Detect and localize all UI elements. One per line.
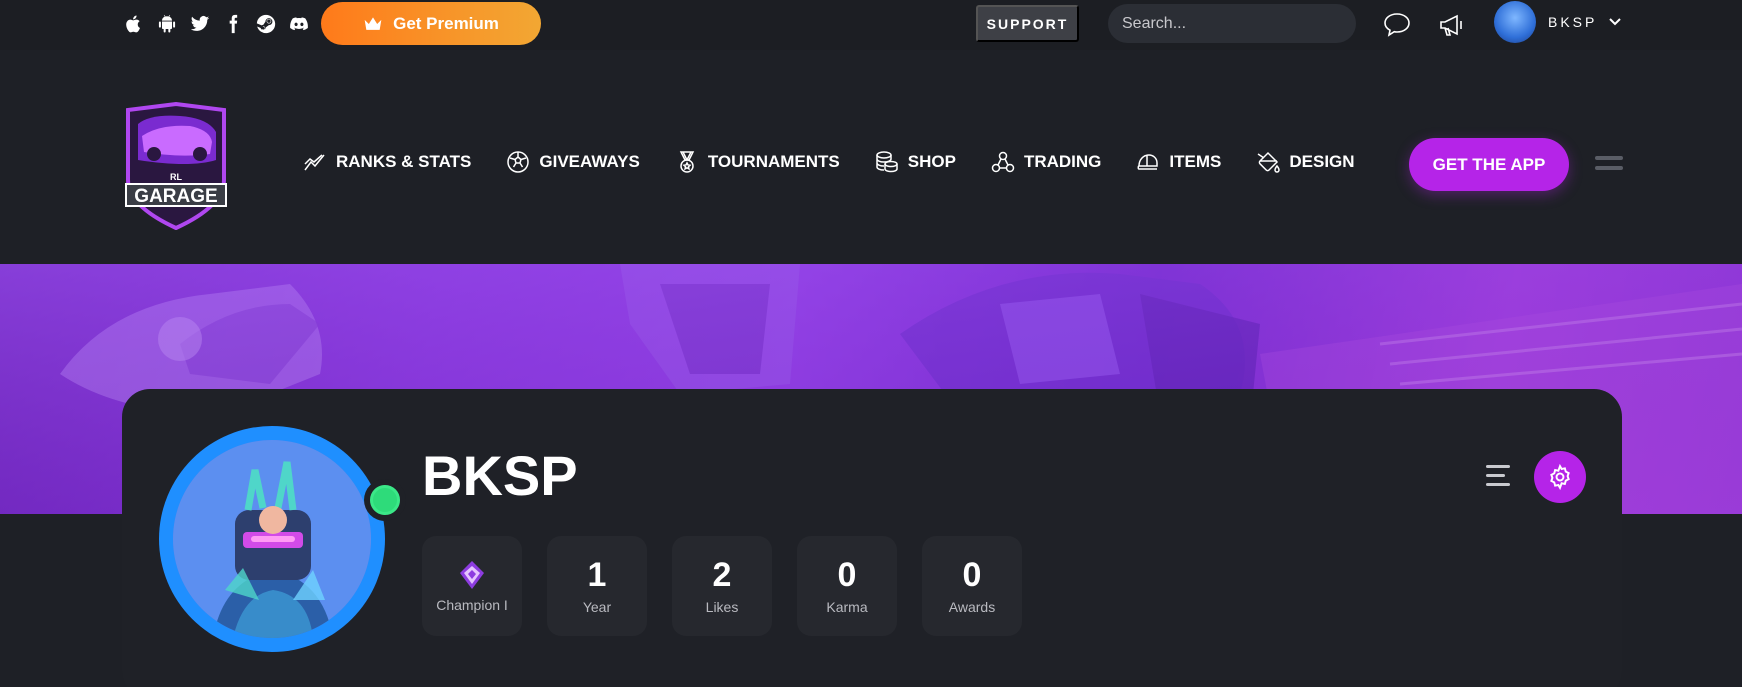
profile-stats: Champion I 1 Year 2 Likes 0 Karma 0 Awar… bbox=[422, 536, 1022, 636]
menu-line bbox=[1486, 474, 1506, 477]
chart-line-icon bbox=[304, 154, 325, 171]
top-bar: Get Premium SUPPORT BKSP bbox=[0, 0, 1742, 50]
stat-year-value: 1 bbox=[587, 556, 607, 594]
nav-trading[interactable]: TRADING bbox=[991, 147, 1101, 177]
main-nav-bar: RL GARAGE RANKS & STATS GIVEAWAYS TOURNA… bbox=[0, 50, 1742, 264]
stat-rank[interactable]: Champion I bbox=[422, 536, 522, 636]
hamburger-menu-icon[interactable] bbox=[1595, 156, 1623, 174]
medal-icon bbox=[679, 151, 695, 173]
nav-tournaments-label: TOURNAMENTS bbox=[707, 152, 840, 171]
profile-card: BKSP Champion I 1 Year 2 Likes 0 Karma 0… bbox=[122, 389, 1622, 687]
facebook-icon[interactable] bbox=[221, 12, 245, 36]
nav-shop[interactable]: SHOP bbox=[875, 147, 956, 177]
avatar bbox=[1494, 1, 1536, 43]
profile-menu-icon[interactable] bbox=[1486, 465, 1510, 487]
primary-nav: RANKS & STATS GIVEAWAYS TOURNAMENTS SHOP… bbox=[303, 147, 1390, 177]
crown-icon bbox=[364, 16, 382, 30]
stat-rank-label: Champion I bbox=[436, 597, 508, 613]
nav-trading-label: TRADING bbox=[1023, 152, 1102, 171]
stat-karma-value: 0 bbox=[837, 556, 857, 594]
nav-tournaments[interactable]: TOURNAMENTS bbox=[675, 147, 840, 177]
twitter-icon[interactable] bbox=[188, 12, 212, 36]
paint-bucket-icon bbox=[1257, 151, 1281, 173]
gear-icon bbox=[1550, 464, 1570, 490]
nav-design-label: DESIGN bbox=[1289, 152, 1355, 171]
stat-karma[interactable]: 0 Karma bbox=[797, 536, 897, 636]
avatar-character-art bbox=[173, 440, 371, 638]
menu-line bbox=[1486, 465, 1510, 468]
nav-design[interactable]: DESIGN bbox=[1256, 147, 1355, 177]
stat-awards-value: 0 bbox=[962, 556, 982, 594]
ball-icon bbox=[507, 151, 530, 173]
nav-items[interactable]: ITEMS bbox=[1136, 147, 1221, 177]
nav-giveaways[interactable]: GIVEAWAYS bbox=[506, 147, 640, 177]
nav-shop-label: SHOP bbox=[907, 152, 956, 171]
username: BKSP bbox=[1548, 14, 1598, 30]
android-icon[interactable] bbox=[155, 12, 179, 36]
nav-ranks-stats-label: RANKS & STATS bbox=[336, 152, 472, 171]
stat-likes-value: 2 bbox=[712, 556, 732, 594]
profile-avatar-wrapper bbox=[159, 426, 406, 654]
stat-karma-label: Karma bbox=[826, 599, 868, 615]
stat-awards[interactable]: 0 Awards bbox=[922, 536, 1022, 636]
steam-icon[interactable] bbox=[254, 12, 278, 36]
online-status-indicator bbox=[364, 479, 406, 521]
hamburger-line bbox=[1595, 166, 1623, 170]
stat-year-label: Year bbox=[582, 599, 612, 615]
megaphone-icon[interactable] bbox=[1435, 8, 1469, 42]
get-premium-button[interactable]: Get Premium bbox=[321, 2, 541, 45]
get-the-app-button[interactable]: GET THE APP bbox=[1409, 138, 1569, 191]
profile-avatar[interactable] bbox=[159, 426, 385, 652]
menu-line bbox=[1486, 483, 1510, 486]
logo-top-text: RL bbox=[170, 172, 182, 182]
user-menu[interactable]: BKSP bbox=[1494, 1, 1622, 43]
stat-likes[interactable]: 2 Likes bbox=[672, 536, 772, 636]
rank-icon bbox=[460, 561, 484, 589]
get-premium-label: Get Premium bbox=[393, 13, 499, 33]
network-icon bbox=[991, 151, 1015, 173]
nav-giveaways-label: GIVEAWAYS bbox=[539, 152, 640, 171]
apple-icon[interactable] bbox=[122, 12, 146, 36]
discord-icon[interactable] bbox=[287, 12, 311, 36]
rl-garage-logo[interactable]: RL GARAGE bbox=[120, 102, 232, 230]
cap-icon bbox=[1137, 154, 1159, 170]
profile-settings-button[interactable] bbox=[1534, 451, 1586, 503]
search-input[interactable] bbox=[1108, 4, 1356, 43]
social-links bbox=[122, 12, 311, 36]
chat-icon[interactable] bbox=[1380, 8, 1414, 42]
hamburger-line bbox=[1595, 156, 1623, 160]
nav-items-label: ITEMS bbox=[1169, 152, 1222, 171]
stat-year: 1 Year bbox=[547, 536, 647, 636]
support-button[interactable]: SUPPORT bbox=[976, 5, 1079, 42]
stat-awards-label: Awards bbox=[948, 599, 996, 615]
coins-icon bbox=[876, 151, 898, 173]
stat-likes-label: Likes bbox=[705, 599, 739, 615]
logo-main-text: GARAGE bbox=[134, 186, 217, 207]
online-dot bbox=[370, 485, 400, 515]
chevron-down-icon bbox=[1609, 18, 1622, 26]
nav-ranks-stats[interactable]: RANKS & STATS bbox=[303, 147, 471, 177]
profile-name: BKSP bbox=[422, 444, 578, 507]
